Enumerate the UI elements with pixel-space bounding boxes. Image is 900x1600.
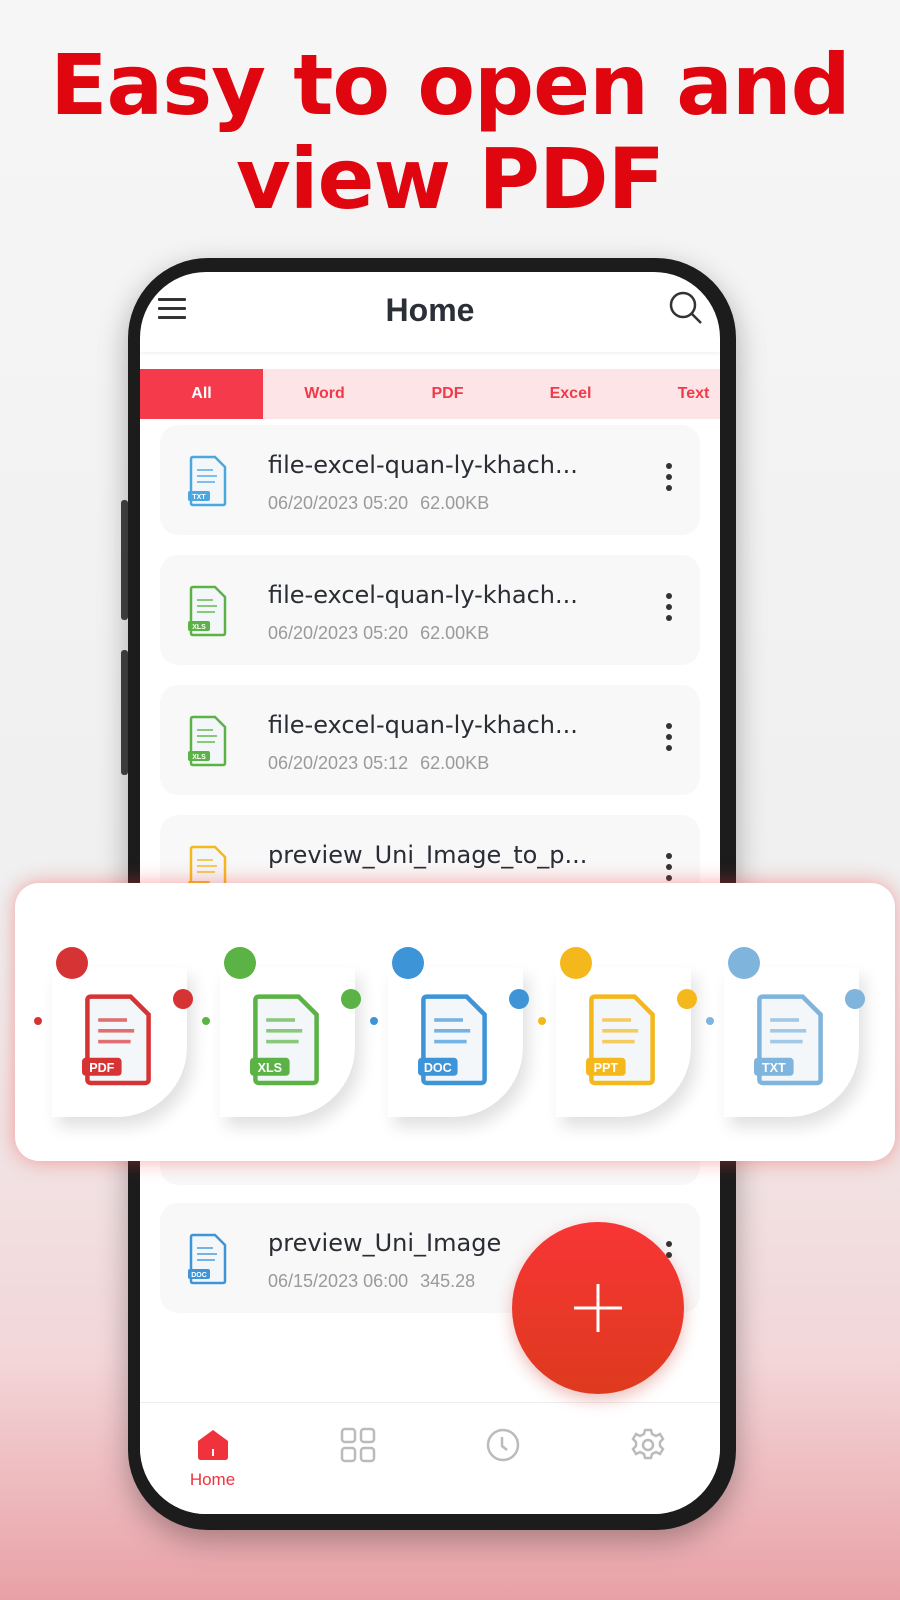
nav-home[interactable]: Home: [140, 1403, 285, 1514]
clock-icon: [486, 1428, 519, 1462]
tab-all[interactable]: All: [140, 369, 263, 419]
tab-pdf[interactable]: PDF: [386, 369, 509, 419]
format-badge-xls: XLS: [201, 947, 361, 1117]
file-list-item[interactable]: XLS file-excel-quan-ly-khach... 06/20/20…: [160, 685, 700, 795]
phone-volume-button: [121, 500, 128, 620]
file-size: 62.00KB: [420, 753, 490, 773]
add-file-button[interactable]: [512, 1222, 684, 1394]
file-size: 62.00KB: [420, 493, 490, 513]
file-name: file-excel-quan-ly-khach...: [268, 581, 578, 609]
grid-icon: [340, 1427, 375, 1463]
file-type-icon: XLS: [188, 585, 228, 642]
nav-settings[interactable]: [575, 1403, 720, 1514]
svg-text:PPT: PPT: [593, 1061, 618, 1075]
more-options-icon[interactable]: [666, 593, 672, 626]
svg-text:TXT: TXT: [761, 1061, 785, 1075]
tab-excel[interactable]: Excel: [509, 369, 632, 419]
file-date: 06/20/2023 05:20: [268, 623, 409, 643]
svg-text:XLS: XLS: [192, 754, 206, 761]
format-badge-doc: DOC: [369, 947, 529, 1117]
svg-text:XLS: XLS: [257, 1061, 281, 1075]
tab-text[interactable]: Text: [632, 369, 720, 419]
headline-line-2: view PDF: [235, 130, 665, 228]
app-header: Home: [140, 272, 720, 352]
filter-tabs: All Word PDF Excel Text: [140, 369, 720, 419]
file-list-item[interactable]: XLS file-excel-quan-ly-khach... 06/20/20…: [160, 555, 700, 665]
file-date: 06/20/2023 05:20: [268, 493, 409, 513]
more-options-icon[interactable]: [666, 853, 672, 886]
file-list-item[interactable]: TXT file-excel-quan-ly-khach... 06/20/20…: [160, 425, 700, 535]
file-name: preview_Uni_Image_to_p...: [268, 841, 588, 869]
headline: Easy to open and view PDF: [0, 38, 900, 226]
file-name: file-excel-quan-ly-khach...: [268, 451, 578, 479]
nav-home-label: Home: [189, 1470, 236, 1489]
file-meta: 06/20/2023 05:20 62.00KB: [268, 493, 501, 514]
headline-line-1: Easy to open and: [50, 36, 851, 134]
file-size: 62.00KB: [420, 623, 490, 643]
svg-text:XLS: XLS: [192, 624, 206, 631]
file-type-icon: DOC: [188, 1233, 228, 1290]
format-badges-panel: PDF XLS DOC PPT TXT: [15, 883, 895, 1161]
more-options-icon[interactable]: [666, 723, 672, 756]
file-name: file-excel-quan-ly-khach...: [268, 711, 578, 739]
page-title: Home: [385, 292, 475, 328]
file-date: 06/20/2023 05:12: [268, 753, 409, 773]
plus-icon: [574, 1284, 622, 1332]
search-icon[interactable]: [668, 290, 704, 326]
file-meta: 06/15/2023 06:00 345.28: [268, 1271, 487, 1292]
home-icon: [197, 1430, 228, 1460]
file-meta: 06/20/2023 05:12 62.00KB: [268, 753, 501, 774]
file-type-icon: TXT: [188, 455, 228, 512]
format-badge-txt: TXT: [705, 947, 865, 1117]
phone-power-button: [121, 650, 128, 775]
file-date: 06/15/2023 06:00: [268, 1271, 409, 1291]
file-type-icon: XLS: [188, 715, 228, 772]
format-badge-ppt: PPT: [537, 947, 697, 1117]
svg-text:PDF: PDF: [89, 1061, 114, 1075]
file-size: 345.28: [420, 1271, 476, 1291]
nav-tools[interactable]: [285, 1403, 430, 1514]
nav-recent[interactable]: [430, 1403, 575, 1514]
file-meta: 06/20/2023 05:20 62.00KB: [268, 623, 501, 644]
tab-word[interactable]: Word: [263, 369, 386, 419]
bottom-nav: Home: [140, 1402, 720, 1514]
more-options-icon[interactable]: [666, 463, 672, 496]
format-badge-pdf: PDF: [33, 947, 193, 1117]
gear-icon: [630, 1428, 665, 1460]
svg-text:TXT: TXT: [192, 494, 206, 501]
file-name: preview_Uni_Image: [268, 1229, 502, 1257]
svg-text:DOC: DOC: [191, 1272, 207, 1279]
svg-text:DOC: DOC: [423, 1061, 451, 1075]
